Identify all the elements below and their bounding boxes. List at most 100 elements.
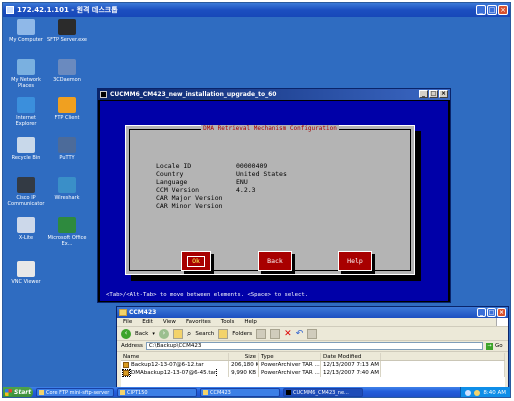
network-tray-icon[interactable] [465,389,472,396]
taskbar-item-ccm423[interactable]: CCM423 [200,388,280,397]
ftp-icon [58,97,76,113]
console-title: CUCMM6_CM423_new_installation_upgrade_to… [110,91,277,98]
desktop-icon[interactable]: Cisco IP Communicator [5,177,47,207]
remote-desktop-icon [6,6,14,14]
remote-desktop-window: 172.42.1.101 - 원격 데스크톱 _ □ × My Computer… [2,2,511,398]
explorer-title-bar[interactable]: CCM423 _ □ × [117,307,508,318]
remote-desktop-title-bar[interactable]: 172.42.1.101 - 원격 데스크톱 _ □ × [3,3,510,17]
excel-icon [58,217,76,233]
minimize-button[interactable]: _ [476,5,486,15]
desktop-icon[interactable]: Wireshark [46,177,88,201]
ok-button[interactable]: Ok [181,251,211,271]
console-hint: <Tab>/<Alt-Tab> to move between elements… [106,292,309,298]
explorer-window[interactable]: CCM423 _ □ × File Edit View Favorites To… [116,306,509,397]
address-bar: Address C:\Backup\CCM423 → Go [117,341,508,352]
address-label: Address [121,343,143,349]
explorer-minimize-button[interactable]: _ [477,308,486,317]
wireshark-icon [58,177,76,193]
config-row: CAR Minor Version [156,202,223,210]
column-date-modified[interactable]: Date Modified [321,353,381,360]
folders-button[interactable]: Folders [232,331,252,337]
desktop-icon[interactable]: My Network Places [5,59,47,89]
file-row[interactable]: DMAbackup12-13-07@6-45.tar 9,990 KB Powe… [121,369,505,377]
move-to-icon[interactable] [256,328,267,339]
desktop-icon-label: SFTP Server.exe [46,37,88,43]
back-button-label[interactable]: Back [135,331,148,337]
delete-icon[interactable]: ✕ [284,329,292,339]
desktop-icon[interactable]: PuTTY [46,137,88,161]
console-title-bar[interactable]: CUCMM6_CM423_new_installation_upgrade_to… [98,89,450,100]
taskbar-item-console[interactable]: CUCMM6_CM423_ne... [283,388,363,397]
console-window[interactable]: CUCMM6_CM423_new_installation_upgrade_to… [97,88,451,303]
back-arrow-icon[interactable]: ‹ [121,328,131,339]
start-button[interactable]: Start [3,387,33,397]
search-icon: ⌕ [186,328,192,338]
desktop-icon[interactable]: My Computer [5,19,47,43]
column-name[interactable]: Name [121,353,229,360]
menu-view[interactable]: View [163,319,176,325]
up-folder-icon[interactable] [172,328,183,339]
undo-icon[interactable]: ↶ [296,329,304,339]
search-button[interactable]: Search [195,331,214,337]
xlite-icon [17,217,35,233]
desktop-icon-label: Cisco IP Communicator [7,195,45,207]
chevron-down-icon[interactable]: ▾ [152,331,155,337]
desktop-icon[interactable]: SFTP Server.exe [46,19,88,43]
folder-icon [120,390,125,395]
go-arrow-icon: → [486,342,493,350]
maximize-button[interactable]: □ [487,5,497,15]
console-close-button[interactable]: × [439,90,448,98]
menu-edit[interactable]: Edit [142,319,153,325]
console-minimize-button[interactable]: _ [419,90,428,98]
views-icon[interactable] [307,328,318,339]
back-button[interactable]: Back [258,251,292,271]
desktop-icon[interactable]: 3CDaemon [46,59,88,83]
desktop-icon[interactable]: X-Lite [5,217,47,241]
explorer-maximize-button[interactable]: □ [487,308,496,317]
close-button[interactable]: × [498,5,508,15]
address-input[interactable]: C:\Backup\CCM423 [145,342,483,350]
desktop-icon-label: VNC Viewer [11,279,41,285]
config-field-list: Locale ID 00000409 Country United States L… [156,162,287,210]
desktop-icon-label: 3CDaemon [53,77,81,83]
desktop-icon[interactable]: Recycle Bin [5,137,47,161]
dialog-title: DMA Retrieval Mechanism Configuration [201,125,339,132]
taskbar-item-cipt150[interactable]: CIPT150 [117,388,197,397]
menu-help[interactable]: Help [244,319,257,325]
menu-tools[interactable]: Tools [221,319,235,325]
menu-bar: File Edit View Favorites Tools Help [117,318,508,327]
desktop-icon-label: Recycle Bin [11,155,41,161]
go-button[interactable]: → Go [486,342,508,350]
column-size[interactable]: Size [229,353,259,360]
desktop-icon[interactable]: FTP Client [46,97,88,121]
taskbar: Start Core FTP mini-sftp-server CIPT150 … [3,387,510,397]
windows-flag-icon [496,318,508,326]
menu-file[interactable]: File [123,319,132,325]
recycle-bin-icon [17,137,35,153]
config-row: Locale ID 00000409 [156,162,268,170]
computer-icon [17,19,35,35]
desktop-icon[interactable]: Microsoft Office Ex... [46,217,88,247]
putty-icon [58,137,76,153]
tray-app-icon[interactable] [474,389,481,396]
console-maximize-button[interactable]: □ [429,90,438,98]
help-button[interactable]: Help [338,251,372,271]
forward-arrow-icon[interactable]: › [158,328,169,339]
explorer-toolbar: ‹ Back ▾ › ⌕ Search Folders ✕ ↶ [117,327,508,341]
file-row[interactable]: Backup12-13-07@6-12.tar 206,180 KB Power… [121,361,505,369]
menu-favorites[interactable]: Favorites [186,319,211,325]
column-type[interactable]: Type [259,353,321,360]
file-list-header: Name Size Type Date Modified [121,353,505,361]
folder-icon [203,390,208,395]
tar-file-icon [123,362,129,368]
desktop-icon[interactable]: Internet Explorer [5,97,47,127]
copy-to-icon[interactable] [270,328,281,339]
remote-desktop-title: 172.42.1.101 - 원격 데스크톱 [17,6,118,14]
desktop-icon-label: X-Lite [18,235,34,241]
desktop-icon-label: FTP Client [54,115,80,121]
config-row: Language ENU [156,178,248,186]
desktop-icon[interactable]: VNC Viewer [5,261,47,285]
explorer-close-button[interactable]: × [497,308,506,317]
tar-file-icon [122,369,130,377]
taskbar-item-core-ftp[interactable]: Core FTP mini-sftp-server [36,388,114,397]
